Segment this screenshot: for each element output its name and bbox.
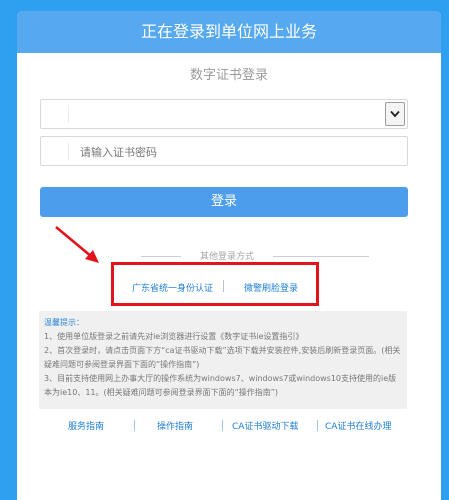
password-input[interactable] xyxy=(78,137,382,167)
operation-guide-link[interactable]: 操作指南 xyxy=(157,419,193,432)
page-title: 正在登录到单位网上业务 xyxy=(17,11,441,53)
ca-online-apply-link[interactable]: CA证书在线办理 xyxy=(325,419,391,432)
tip-item: 2、首次登录时，请点击页面下方“ca证书驱动下载”选项下载并安装控件,安装后刷新… xyxy=(44,346,401,369)
link-divider xyxy=(134,420,135,431)
link-divider xyxy=(222,420,223,431)
certificate-select[interactable] xyxy=(40,99,408,129)
ca-driver-download-link[interactable]: CA证书驱动下载 xyxy=(232,419,298,432)
chevron-down-icon[interactable] xyxy=(385,102,405,126)
service-guide-link[interactable]: 服务指南 xyxy=(68,419,104,432)
tips-title: 温馨提示： xyxy=(44,318,84,327)
footer-links: 服务指南 操作指南 CA证书驱动下载 CA证书在线办理 xyxy=(17,419,441,435)
other-login-title: 其他登录方式 xyxy=(199,252,254,262)
field-divider xyxy=(68,105,69,123)
separator-line xyxy=(273,256,369,257)
unified-identity-login-link[interactable]: 广东省统一身份认证 xyxy=(132,281,213,294)
login-subtitle: 数字证书登录 xyxy=(189,68,268,83)
tip-item: 3、目前支持使用网上办事大厅的操作系统为windows7、windows7或wi… xyxy=(44,374,397,397)
separator-line xyxy=(141,256,181,257)
certificate-password-field xyxy=(40,136,408,167)
login-card: 正在登录到单位网上业务 数字证书登录 登录 其他登录方式 广东省统一身份认证 微… xyxy=(17,11,441,500)
red-arrow-icon xyxy=(55,226,99,263)
field-divider xyxy=(68,142,69,160)
link-divider xyxy=(317,420,318,431)
face-login-link[interactable]: 微警刷脸登录 xyxy=(244,281,298,294)
tip-item: 1、使用单位版登录之前请先对ie浏览器进行设置《数字证书ie设置指引》 xyxy=(44,332,304,341)
link-divider xyxy=(223,280,224,292)
login-button[interactable]: 登录 xyxy=(40,187,408,217)
tips-panel: 温馨提示： 1、使用单位版登录之前请先对ie浏览器进行设置《数字证书ie设置指引… xyxy=(39,311,407,409)
